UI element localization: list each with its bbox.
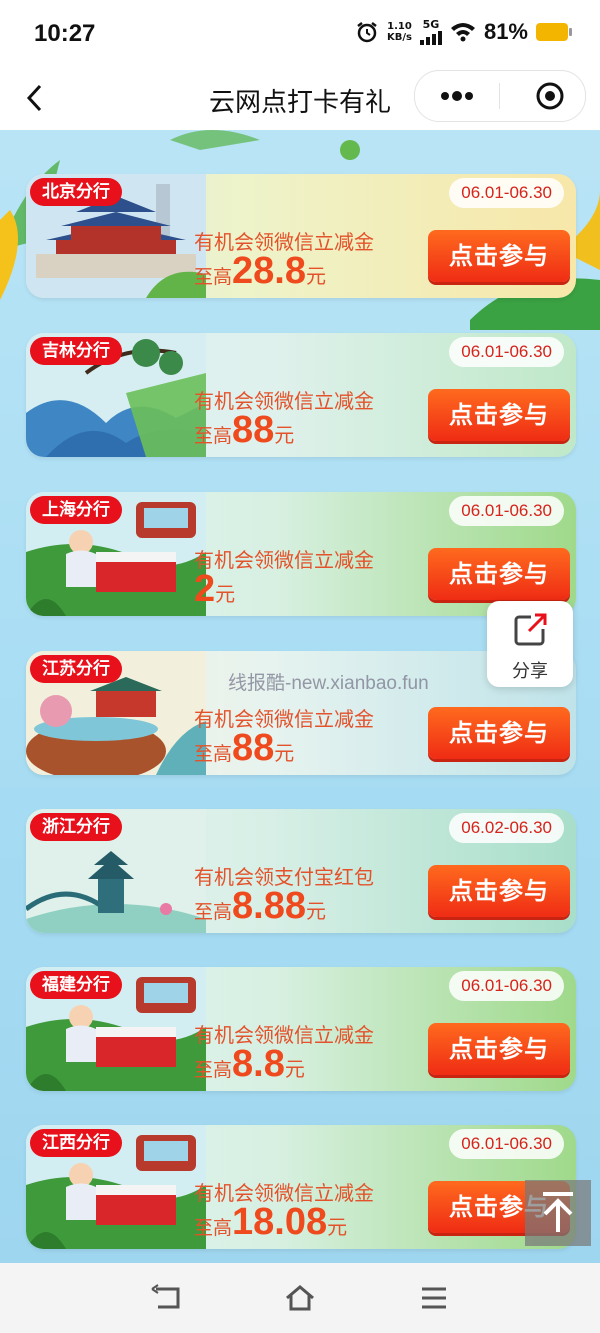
menu-nav-icon[interactable] xyxy=(418,1283,450,1313)
share-button[interactable]: 分享 xyxy=(487,601,573,687)
reward-amount-row: 至高8.88元 xyxy=(194,887,326,925)
reward-amount-row: 至高88元 xyxy=(194,729,294,767)
branch-badge: 福建分行 xyxy=(30,971,122,999)
amount-value: 28.8 xyxy=(232,250,306,292)
status-icons: 1.10 KB/s 5G 81% xyxy=(355,18,572,45)
amount-prefix: 至高 xyxy=(194,1217,233,1239)
branch-badge: 吉林分行 xyxy=(30,337,122,365)
date-range: 06.01-06.30 xyxy=(449,1129,564,1159)
amount-value: 2 xyxy=(194,568,216,610)
watermark-text: 线报酷-new.xianbao.fun xyxy=(228,673,429,694)
share-icon xyxy=(514,613,547,646)
branch-badge: 江西分行 xyxy=(30,1129,122,1157)
campaign-card[interactable]: 北京分行 06.01-06.30 有机会领微信立减金 至高28.8元 点击参与 xyxy=(26,174,576,298)
cellular-block: 5G xyxy=(419,18,442,45)
back-to-top-button[interactable] xyxy=(525,1180,591,1246)
campaign-list[interactable]: 北京分行 06.01-06.30 有机会领微信立减金 至高28.8元 点击参与 吉林分行 0… xyxy=(0,130,600,1263)
more-icon[interactable] xyxy=(433,83,481,109)
campaign-card[interactable]: 福建分行 06.01-06.30 有机会领微信立减金 至高8.8元 点击参与 xyxy=(26,967,576,1091)
date-range: 06.01-06.30 xyxy=(449,337,564,367)
date-range: 06.01-06.30 xyxy=(449,971,564,1001)
battery-icon xyxy=(536,22,572,41)
speed-unit: KB/s xyxy=(386,31,412,43)
network-speed: 1.10 KB/s xyxy=(387,21,412,43)
reward-amount-row: 至高8.8元 xyxy=(194,1045,305,1083)
wifi-icon xyxy=(450,22,475,41)
amount-prefix: 至高 xyxy=(194,1059,233,1081)
reward-amount-row: 2元 xyxy=(194,570,235,608)
join-button[interactable]: 点击参与 xyxy=(428,230,570,282)
campaign-card[interactable]: 吉林分行 06.01-06.30 有机会领微信立减金 至高88元 点击参与 xyxy=(26,333,576,457)
join-button[interactable]: 点击参与 xyxy=(428,548,570,600)
amount-unit: 元 xyxy=(215,582,236,606)
back-nav-icon[interactable] xyxy=(150,1283,182,1313)
status-time: 10:27 xyxy=(34,20,96,47)
amount-value: 88 xyxy=(232,409,275,451)
system-nav-bar xyxy=(0,1263,600,1333)
campaign-card[interactable]: 浙江分行 06.02-06.30 有机会领支付宝红包 至高8.88元 点击参与 xyxy=(26,809,576,933)
branch-badge: 浙江分行 xyxy=(30,813,122,841)
amount-unit: 元 xyxy=(305,264,326,288)
nav-bar: 云网点打卡有礼 xyxy=(0,70,600,130)
join-button[interactable]: 点击参与 xyxy=(428,707,570,759)
amount-prefix: 至高 xyxy=(194,425,233,447)
amount-prefix: 至高 xyxy=(194,901,233,923)
reward-amount-row: 至高28.8元 xyxy=(194,252,326,290)
mini-program-capsule xyxy=(414,70,586,122)
reward-amount-row: 至高88元 xyxy=(194,411,294,449)
target-icon[interactable] xyxy=(535,81,565,111)
branch-badge: 江苏分行 xyxy=(30,655,122,683)
reward-amount-row: 至高18.08元 xyxy=(194,1203,347,1241)
join-button[interactable]: 点击参与 xyxy=(428,1023,570,1075)
signal-icon xyxy=(419,31,442,45)
reward-description: 有机会领微信立减金 xyxy=(194,707,374,731)
date-range: 06.01-06.30 xyxy=(449,178,564,208)
battery-percent: 81% xyxy=(483,18,528,44)
amount-prefix: 至高 xyxy=(194,743,233,765)
amount-value: 18.08 xyxy=(232,1201,328,1243)
capsule-divider xyxy=(499,83,500,109)
amount-unit: 元 xyxy=(274,741,295,765)
home-nav-icon[interactable] xyxy=(284,1283,316,1313)
campaign-card[interactable]: 江西分行 06.01-06.30 有机会领微信立减金 至高18.08元 点击参与 xyxy=(26,1125,576,1249)
reward-description: 有机会领微信立减金 xyxy=(194,548,374,572)
amount-value: 8.8 xyxy=(232,1043,285,1085)
branch-badge: 上海分行 xyxy=(30,496,122,524)
status-bar: 10:27 1.10 KB/s 5G 81% xyxy=(0,0,600,70)
speed-value: 1.10 xyxy=(387,20,412,32)
reward-description: 有机会领微信立减金 xyxy=(194,389,374,413)
alarm-icon xyxy=(357,21,377,42)
amount-unit: 元 xyxy=(284,1057,305,1081)
join-button[interactable]: 点击参与 xyxy=(428,865,570,917)
amount-unit: 元 xyxy=(327,1215,348,1239)
network-type: 5G xyxy=(422,18,440,31)
amount-value: 88 xyxy=(232,727,275,769)
date-range: 06.02-06.30 xyxy=(449,813,564,843)
branch-badge: 北京分行 xyxy=(30,178,122,206)
amount-prefix: 至高 xyxy=(194,266,233,288)
amount-unit: 元 xyxy=(274,423,295,447)
amount-value: 8.88 xyxy=(232,885,306,927)
share-label: 分享 xyxy=(512,661,548,682)
amount-unit: 元 xyxy=(305,899,326,923)
campaign-card[interactable]: 上海分行 06.01-06.30 有机会领微信立减金 2元 点击参与 xyxy=(26,492,576,616)
join-button[interactable]: 点击参与 xyxy=(428,389,570,441)
arrow-up-icon xyxy=(543,1192,573,1232)
date-range: 06.01-06.30 xyxy=(449,496,564,526)
